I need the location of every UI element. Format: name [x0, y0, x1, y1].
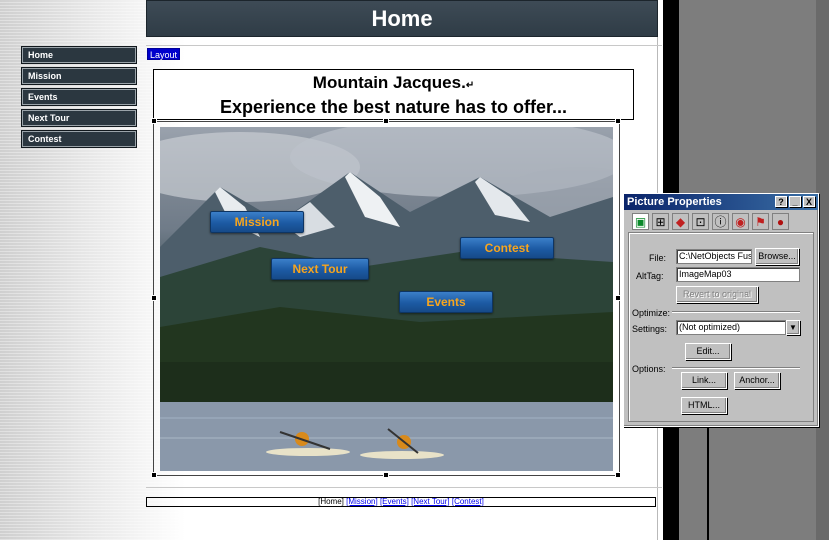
landscape-illustration [160, 127, 613, 471]
html-button[interactable]: HTML... [681, 397, 727, 414]
eye-icon[interactable]: ◉ [732, 213, 749, 230]
resize-handle-bottom-right[interactable] [615, 472, 621, 478]
nav-button-label: Home [28, 50, 54, 60]
layout-guide-bottom [146, 487, 662, 488]
bottom-text-nav: [Home] [Mission] [Events] [Next Tour] [C… [146, 497, 656, 507]
hotspot-next-tour[interactable]: Next Tour [271, 258, 369, 280]
nav-button-home[interactable]: Home [21, 46, 137, 64]
anchor-button[interactable]: Anchor... [734, 372, 780, 389]
chevron-down-icon[interactable]: ▼ [786, 320, 800, 335]
browse-button[interactable]: Browse... [755, 248, 799, 265]
resize-handle-bottom[interactable] [383, 472, 389, 478]
help-button[interactable]: ? [775, 196, 787, 207]
hotspot-mission[interactable]: Mission [210, 211, 304, 233]
dash-picture-icon[interactable]: ⊞ [652, 213, 669, 230]
page-title: Home [371, 5, 433, 31]
optimize-separator [672, 311, 800, 313]
alt-tag-field[interactable]: ImageMap03 [676, 267, 800, 282]
nav-button-next-tour[interactable]: Next Tour [21, 109, 137, 127]
resize-handle-top-right[interactable] [615, 118, 621, 124]
resize-handle-right[interactable] [615, 295, 621, 301]
close-button[interactable]: X [803, 196, 815, 207]
page-header-banner[interactable]: Home [146, 0, 658, 37]
nav-button-label: Mission [28, 71, 62, 81]
resize-handle-left[interactable] [151, 295, 157, 301]
layout-guide-top [146, 45, 662, 46]
dialog-title: Picture Properties [627, 196, 722, 208]
settings-label: Settings: [632, 324, 668, 334]
picture-properties-dialog[interactable]: Picture Properties ? _ X ▣ ⊞ ◆ ⊡ ⓘ ◉ ⚑ ●… [623, 193, 819, 427]
hotspot-label: Events [426, 295, 466, 309]
resize-handle-top-left[interactable] [151, 118, 157, 124]
title-line-1: Mountain Jacques.↵ [154, 73, 633, 96]
dialog-connector-line [707, 427, 709, 540]
revert-to-original-button[interactable]: Revert to original [676, 286, 758, 303]
options-label: Options: [632, 364, 666, 374]
picture-icon[interactable]: ▣ [632, 213, 649, 230]
resize-handle-top[interactable] [383, 118, 389, 124]
frame-icon[interactable]: ⊡ [692, 213, 709, 230]
bottom-nav-events[interactable]: [Events] [380, 497, 409, 506]
edit-button[interactable]: Edit... [685, 343, 731, 360]
minimize-button[interactable]: _ [789, 196, 801, 207]
flag-icon[interactable]: ⚑ [752, 213, 769, 230]
bottom-nav-home[interactable]: [Home] [318, 497, 344, 506]
options-separator [672, 367, 800, 369]
optimize-label: Optimize: [632, 308, 671, 318]
nav-button-label: Events [28, 92, 58, 102]
paint-icon[interactable]: ◆ [672, 213, 689, 230]
paragraph-return-icon: ↵ [465, 80, 475, 91]
nav-button-contest[interactable]: Contest [21, 130, 137, 148]
layout-tag[interactable]: Layout [147, 48, 180, 60]
nav-button-mission[interactable]: Mission [21, 67, 137, 85]
nav-button-events[interactable]: Events [21, 88, 137, 106]
info-icon[interactable]: ⓘ [712, 213, 729, 230]
bottom-nav-next-tour[interactable]: [Next Tour] [411, 497, 450, 506]
alt-tag-label: AltTag: [636, 271, 664, 281]
title-text-box[interactable]: Mountain Jacques.↵ Experience the best n… [153, 69, 634, 120]
bottom-nav-mission[interactable]: [Mission] [346, 497, 378, 506]
nav-button-label: Contest [28, 134, 62, 144]
hotspot-label: Next Tour [292, 262, 348, 276]
tagline-text: Experience the best nature has to offer.… [219, 97, 568, 117]
hotspot-events[interactable]: Events [399, 291, 493, 313]
settings-select[interactable]: (Not optimized) [676, 320, 786, 335]
image-map-picture[interactable]: Mission Next Tour Contest Events [160, 127, 613, 471]
record-icon[interactable]: ● [772, 213, 789, 230]
resize-handle-bottom-left[interactable] [151, 472, 157, 478]
nav-button-label: Next Tour [28, 113, 70, 123]
hotspot-label: Contest [484, 241, 530, 255]
hotspot-contest[interactable]: Contest [460, 237, 554, 259]
site-name-text: Mountain Jacques. [312, 73, 466, 92]
bottom-nav-contest[interactable]: [Contest] [452, 497, 484, 506]
link-button[interactable]: Link... [681, 372, 727, 389]
file-label: File: [649, 253, 667, 263]
file-path-field[interactable]: C:\NetObjects Fusi [676, 249, 752, 264]
hotspot-label: Mission [234, 215, 280, 229]
